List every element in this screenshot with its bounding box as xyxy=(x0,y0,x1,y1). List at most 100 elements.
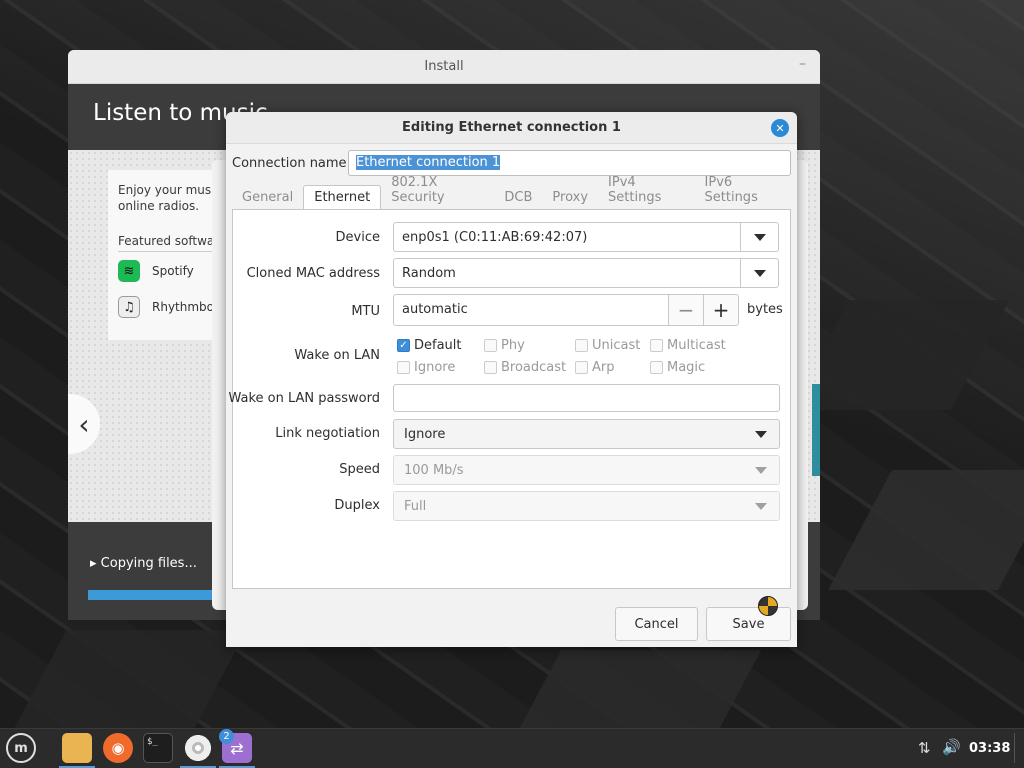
desktop-tile xyxy=(13,630,247,728)
spotify-icon: ≋ xyxy=(118,260,140,282)
app-name: Rhythmbox xyxy=(152,300,221,314)
mtu-increment-button[interactable]: + xyxy=(703,294,739,326)
checkbox-label: Ignore xyxy=(414,360,456,375)
tab-general[interactable]: General xyxy=(232,187,303,209)
wol-unicast-checkbox[interactable]: Unicast xyxy=(575,338,640,353)
checkbox-label: Multicast xyxy=(667,338,726,353)
wol-arp-checkbox[interactable]: Arp xyxy=(575,360,615,375)
duplex-value: Full xyxy=(404,498,427,514)
speed-select[interactable]: 100 Mb/s xyxy=(393,455,780,485)
checkbox-icon xyxy=(484,361,497,374)
cloned-mac-label: Cloned MAC address xyxy=(246,266,380,281)
save-button[interactable]: Save xyxy=(706,607,791,641)
chevron-down-icon xyxy=(755,502,767,510)
progress-fill xyxy=(88,590,217,600)
tab-ethernet[interactable]: Ethernet xyxy=(303,185,382,209)
tab-proxy[interactable]: Proxy xyxy=(542,187,598,209)
install-titlebar[interactable]: Install – xyxy=(68,50,820,84)
tab-802-1x-security[interactable]: 802.1X Security xyxy=(381,172,494,209)
cloned-mac-value: Random xyxy=(402,265,456,281)
wol-magic-checkbox[interactable]: Magic xyxy=(650,360,705,375)
duplex-label: Duplex xyxy=(334,498,380,513)
tab-ipv6-settings[interactable]: IPv6 Settings xyxy=(695,172,791,209)
device-dropdown-button[interactable] xyxy=(740,223,778,251)
cancel-button[interactable]: Cancel xyxy=(615,607,698,641)
device-combo[interactable]: enp0s1 (C0:11:AB:69:42:07) xyxy=(393,222,779,252)
status-label: Copying files... xyxy=(100,556,197,571)
ethernet-settings-panel: Device enp0s1 (C0:11:AB:69:42:07) Cloned… xyxy=(228,209,791,589)
slide-decoration xyxy=(812,384,820,476)
link-negotiation-label: Link negotiation xyxy=(275,426,380,441)
busy-cursor-icon xyxy=(758,596,778,616)
link-negotiation-select[interactable]: Ignore xyxy=(393,419,780,449)
edit-connection-dialog: Editing Ethernet connection 1 ✕ Connecti… xyxy=(226,112,797,647)
checkbox-checked-icon: ✓ xyxy=(397,339,410,352)
mtu-decrement-button[interactable]: − xyxy=(668,294,704,326)
mtu-unit: bytes xyxy=(747,302,783,317)
checkbox-label: Arp xyxy=(592,360,615,375)
mint-logo-icon: m xyxy=(14,740,28,756)
clock[interactable]: 03:38 xyxy=(969,741,1010,756)
link-negotiation-value: Ignore xyxy=(404,426,446,442)
wol-phy-checkbox[interactable]: Phy xyxy=(484,338,525,353)
app-name: Spotify xyxy=(152,264,194,278)
disc-icon[interactable] xyxy=(183,733,213,763)
checkbox-icon xyxy=(650,361,663,374)
terminal-icon[interactable]: $_ xyxy=(143,733,173,763)
firefox-icon[interactable]: ◉ xyxy=(103,733,133,763)
install-window-title: Install xyxy=(424,59,464,74)
dialog-titlebar[interactable]: Editing Ethernet connection 1 ✕ xyxy=(226,112,797,144)
wol-password-input[interactable] xyxy=(393,384,780,412)
chevron-down-icon xyxy=(755,430,767,438)
checkbox-icon xyxy=(650,339,663,352)
mtu-input[interactable]: automatic xyxy=(393,294,669,326)
mtu-label: MTU xyxy=(351,304,380,319)
checkbox-icon xyxy=(484,339,497,352)
tab-bar: General Ethernet 802.1X Security DCB Pro… xyxy=(232,175,791,209)
connection-name-label: Connection name xyxy=(232,155,347,171)
window-count-badge: 2 xyxy=(219,729,234,744)
desktop-tile xyxy=(828,470,1024,590)
chevron-down-icon xyxy=(753,233,766,241)
cloned-mac-dropdown-button[interactable] xyxy=(740,259,778,287)
wol-broadcast-checkbox[interactable]: Broadcast xyxy=(484,360,566,375)
music-note-icon: ♫ xyxy=(118,296,140,318)
tab-ipv4-settings[interactable]: IPv4 Settings xyxy=(598,172,694,209)
volume-icon[interactable]: 🔊 xyxy=(942,738,961,756)
taskbar: m ◉ $_ ⇄ 2 ⇅ 🔊 03:38 xyxy=(0,728,1024,768)
duplex-select[interactable]: Full xyxy=(393,491,780,521)
desktop-tile xyxy=(518,650,762,728)
checkbox-label: Unicast xyxy=(592,338,641,353)
desktop-tile xyxy=(790,300,1010,410)
slide-prev-button[interactable]: ‹ xyxy=(68,394,100,454)
checkbox-icon xyxy=(575,361,588,374)
menu-button[interactable]: m xyxy=(6,733,36,763)
device-label: Device xyxy=(335,230,380,245)
show-desktop-button[interactable] xyxy=(1014,733,1020,763)
close-icon[interactable]: ✕ xyxy=(771,119,789,137)
connection-name-value: Ethernet connection 1 xyxy=(356,155,501,170)
checkbox-label: Default xyxy=(414,338,462,353)
tab-dcb[interactable]: DCB xyxy=(494,187,542,209)
device-value: enp0s1 (C0:11:AB:69:42:07) xyxy=(402,229,588,245)
minimize-button[interactable]: – xyxy=(799,56,806,72)
checkbox-icon xyxy=(397,361,410,374)
wol-ignore-checkbox[interactable]: Ignore xyxy=(397,360,455,375)
speed-label: Speed xyxy=(339,462,380,477)
files-folder-icon[interactable] xyxy=(62,733,92,763)
checkbox-label: Broadcast xyxy=(501,360,567,375)
speed-value: 100 Mb/s xyxy=(404,462,464,478)
wol-default-checkbox[interactable]: ✓ Default xyxy=(397,338,462,353)
chevron-down-icon xyxy=(755,466,767,474)
cloned-mac-combo[interactable]: Random xyxy=(393,258,779,288)
wol-multicast-checkbox[interactable]: Multicast xyxy=(650,338,726,353)
checkbox-icon xyxy=(575,339,588,352)
checkbox-label: Phy xyxy=(501,338,525,353)
network-status-icon[interactable]: ⇅ xyxy=(918,739,931,757)
dialog-title: Editing Ethernet connection 1 xyxy=(402,120,621,135)
wake-on-lan-label: Wake on LAN xyxy=(294,348,380,363)
checkbox-label: Magic xyxy=(667,360,706,375)
chevron-down-icon xyxy=(753,269,766,277)
install-status-text[interactable]: ▸ Copying files... xyxy=(90,556,197,571)
wol-password-label: Wake on LAN password xyxy=(228,391,380,406)
